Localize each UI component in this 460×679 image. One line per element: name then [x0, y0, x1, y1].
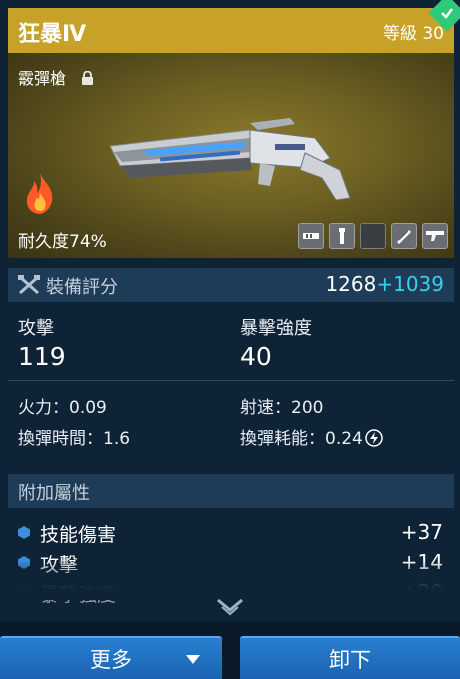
weapon-type: 霰彈槍 — [18, 69, 67, 88]
lock-icon[interactable] — [81, 70, 94, 89]
attachment-slots — [298, 223, 448, 249]
attack-label: 攻擊 — [18, 318, 54, 339]
attribute-row: 技能傷害 +37 — [18, 520, 443, 548]
fire-rate-stat: 射速：200 — [240, 398, 324, 418]
equipment-rating-bar: 裝備評分 1268+1039 — [8, 268, 454, 302]
energy-bolt-icon — [365, 429, 383, 452]
magazine-icon — [303, 233, 319, 239]
weapon-preview: 霰彈槍 耐久度74% — [8, 53, 454, 258]
rating-base: 1268 — [325, 272, 377, 296]
barrel-icon — [397, 230, 411, 244]
scroll-fade — [0, 560, 460, 600]
attack-value: 119 — [18, 342, 66, 371]
reload-cost-text: 換彈耗能：0.24 — [240, 429, 363, 449]
attribute-name: 技能傷害 — [40, 524, 117, 546]
check-icon — [441, 8, 453, 19]
unequip-button[interactable]: 卸下 — [240, 636, 460, 679]
item-level: 等級 30 — [382, 24, 444, 44]
hexagon-bullet-icon — [18, 526, 30, 539]
crit-label: 暴擊強度 — [240, 318, 312, 339]
barrel-slot[interactable] — [391, 223, 417, 249]
stock-slot[interactable] — [422, 223, 448, 249]
rating-label: 裝備評分 — [46, 277, 118, 298]
attribute-value: +37 — [400, 520, 443, 544]
extra-attributes-header: 附加屬性 — [8, 474, 454, 508]
stock-icon — [426, 231, 444, 241]
crossed-swords-icon — [18, 275, 40, 295]
shotgun-image — [109, 118, 351, 201]
item-title: 狂暴Ⅳ — [18, 22, 87, 47]
stats-divider — [8, 380, 454, 381]
reload-time-stat: 換彈時間：1.6 — [18, 429, 131, 449]
grip-icon — [339, 228, 345, 244]
rating-value: 1268+1039 — [325, 272, 444, 296]
extra-attributes-title: 附加屬性 — [18, 483, 90, 504]
rating-bonus: +1039 — [376, 272, 444, 296]
caret-down-icon — [186, 655, 200, 664]
grip-slot[interactable] — [329, 223, 355, 249]
crit-value: 40 — [240, 342, 272, 371]
reload-cost-stat: 換彈耗能：0.24 — [240, 424, 383, 452]
more-button-label: 更多 — [90, 647, 132, 672]
scroll-down-chevron-icon[interactable] — [216, 598, 244, 616]
empty-slot[interactable] — [360, 223, 386, 249]
durability-text: 耐久度74% — [18, 232, 107, 252]
weapon-type-label: 霰彈槍 — [18, 65, 94, 89]
unequip-button-label: 卸下 — [329, 647, 371, 672]
firepower-stat: 火力：0.09 — [18, 398, 107, 418]
item-header: 狂暴Ⅳ 等級 30 — [8, 0, 460, 53]
magazine-slot[interactable] — [298, 223, 324, 249]
action-bar: 更多 卸下 — [0, 622, 460, 679]
fire-icon — [26, 173, 53, 214]
more-button[interactable]: 更多 — [0, 636, 222, 679]
